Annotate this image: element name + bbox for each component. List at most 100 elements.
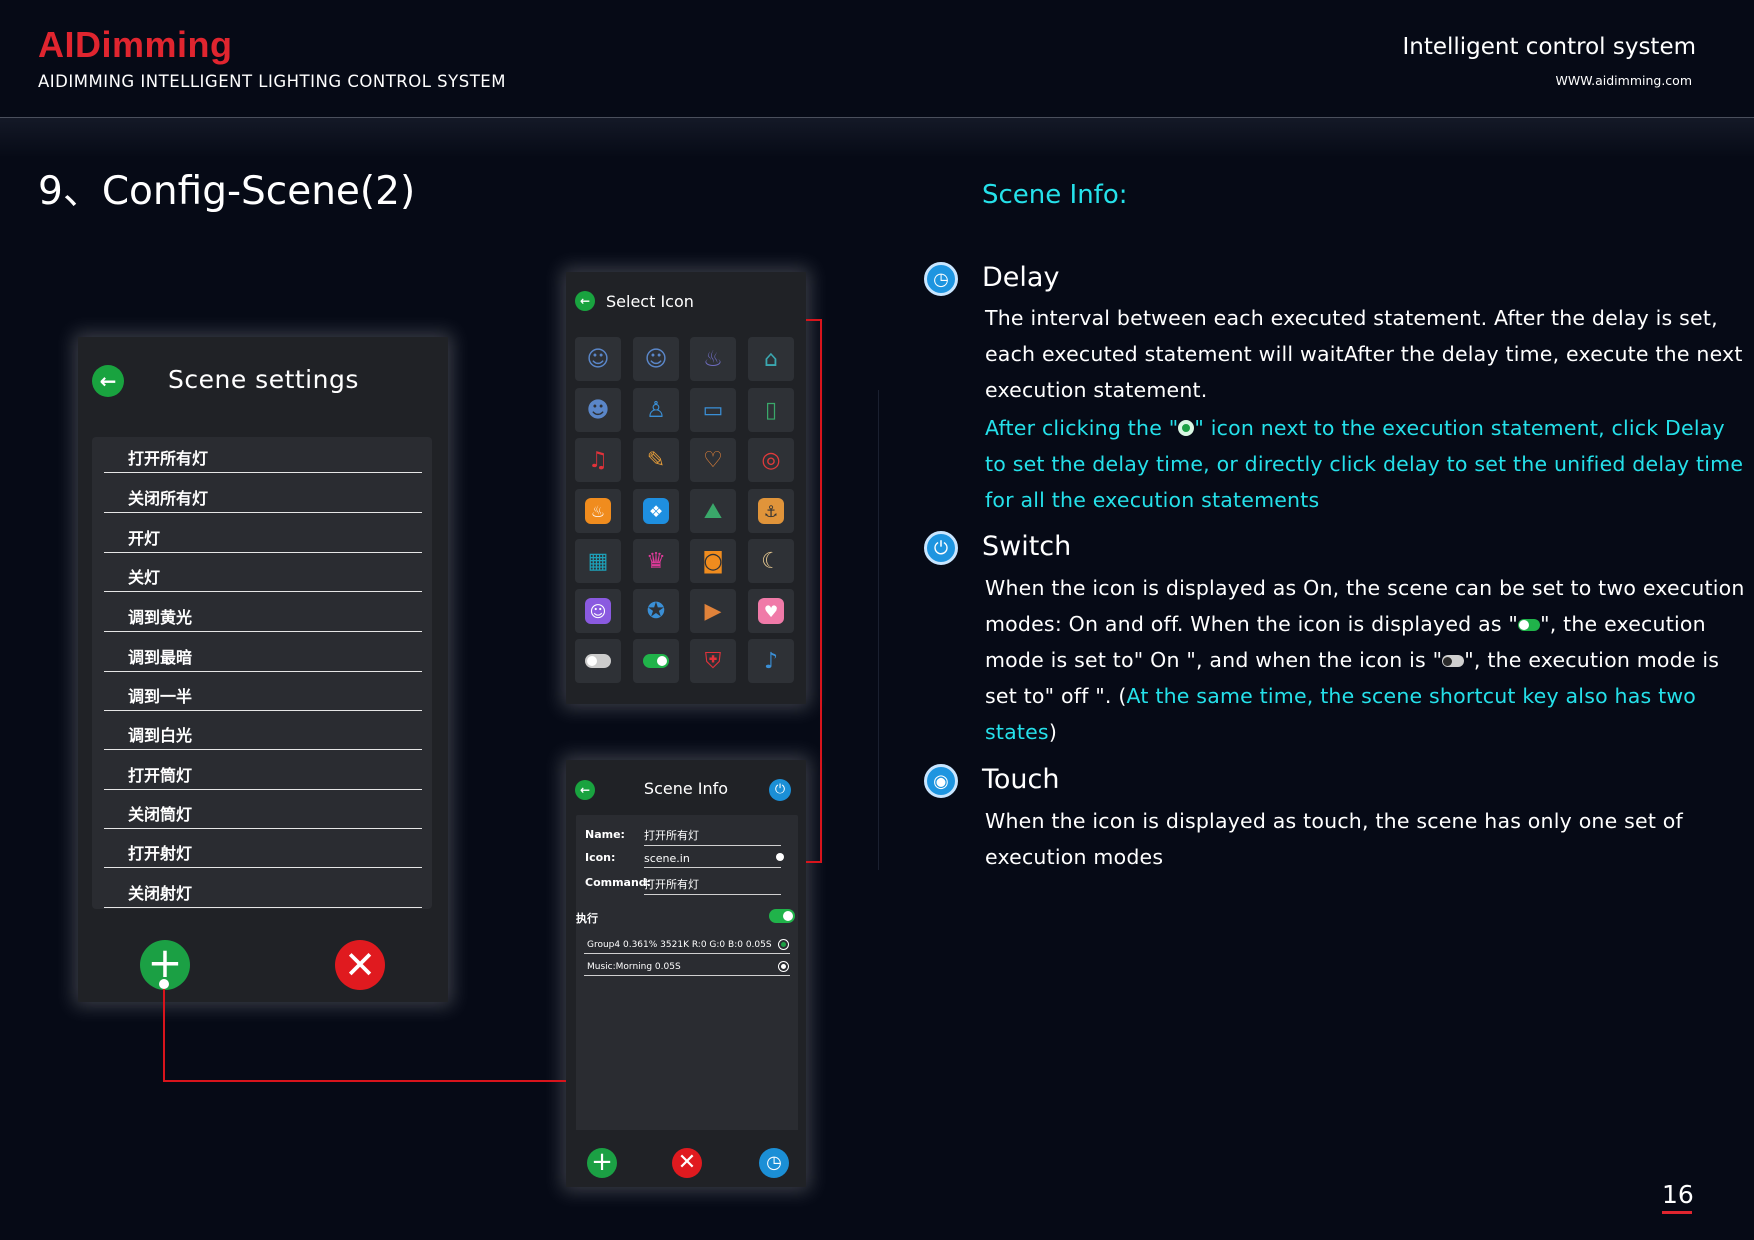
toggle-off-icon[interactable] — [575, 639, 621, 683]
name-field[interactable]: 打开所有灯 — [644, 827, 781, 846]
switch-description: When the icon is displayed as On, the sc… — [985, 570, 1745, 750]
scene-list-item[interactable]: 关闭所有灯 — [104, 477, 422, 513]
security-shield-icon[interactable]: ⛨ — [690, 639, 736, 683]
touch-description: When the icon is displayed as touch, the… — [985, 809, 1683, 869]
select-icon-panel: ← Select Icon ☺ ☺ ♨ ⌂ ☻ ♙ ▭ ▯ ♫ ✎ ♡ ◎ ♨ ❖ ⛰ ⚓ ▦ ♛ ◙ ☾ ☺ ✪ ▶ ♥ ⛨ ♪ — [566, 272, 806, 704]
film-reel-glyph: ✪ — [646, 598, 666, 624]
clock-icon[interactable]: ◷ — [759, 1148, 789, 1178]
presentation-glyph: ▶ — [704, 598, 722, 624]
music-icon[interactable]: ♫ — [575, 438, 621, 482]
clock-icon: ◷ — [924, 262, 958, 296]
bell-icon[interactable]: ♪ — [748, 639, 794, 683]
command-label: Command: — [585, 876, 652, 889]
scene-list-item[interactable]: 打开射灯 — [104, 832, 422, 868]
close-icon[interactable]: ✕ — [335, 940, 385, 990]
icon-label: Icon: — [585, 851, 616, 864]
toggle-on-icon[interactable] — [633, 639, 679, 683]
bell-glyph: ♪ — [763, 648, 779, 674]
plus-icon[interactable]: + — [587, 1148, 617, 1178]
family-glyph: ♙ — [646, 397, 666, 423]
birthday-cake-icon[interactable]: ♛ — [633, 539, 679, 583]
ship-icon[interactable]: ⚓ — [748, 489, 794, 533]
scene-list-item[interactable]: 调到白光 — [104, 714, 422, 750]
scene-list-item[interactable]: 调到最暗 — [104, 636, 422, 672]
tv-glyph: ▭ — [702, 397, 724, 423]
bed-sleep-icon[interactable]: ♨ — [690, 337, 736, 381]
scene-info-panel: ← Scene Info ⏻ Name: 打开所有灯 Icon: scene.i… — [566, 760, 806, 1187]
book-icon[interactable]: ▯ — [748, 388, 794, 432]
heart-hands-icon[interactable]: ♡ — [690, 438, 736, 482]
group-meeting-glyph: ☻ — [586, 397, 610, 423]
landscape-glyph: ⛰ — [703, 498, 723, 524]
moon-glyph: ☾ — [761, 548, 781, 574]
scene-list-item[interactable]: 调到黄光 — [104, 596, 422, 632]
person-arrive-glyph: ☺ — [586, 346, 610, 372]
gift-glyph: ◙ — [702, 548, 724, 574]
robot-icon[interactable]: ☺ — [575, 589, 621, 633]
touch-title: Touch — [982, 764, 1060, 795]
power-icon[interactable]: ⏻ — [769, 779, 791, 801]
command-field[interactable]: 打开所有灯 — [644, 876, 781, 895]
delay-title: Delay — [982, 262, 1060, 293]
microphone-glyph: ✎ — [646, 447, 666, 473]
execution-statement[interactable]: Music:Morning 0.05S — [584, 962, 790, 976]
group-meeting-icon[interactable]: ☻ — [575, 388, 621, 432]
header-url: WWW.aidimming.com — [1555, 73, 1692, 88]
heart-glyph: ♥ — [758, 598, 784, 624]
execute-label: 执行 — [576, 912, 598, 925]
execution-statement[interactable]: Group4 0.361% 3521K R:0 G:0 B:0 0.05S — [584, 940, 790, 954]
scene-list-item[interactable]: 关灯 — [104, 556, 422, 592]
gift-icon[interactable]: ◙ — [690, 539, 736, 583]
connector-line — [163, 1080, 566, 1082]
scene-info-heading: Scene Info: — [982, 180, 1128, 210]
header-right-title: Intelligent control system — [1402, 34, 1696, 60]
restaurant-glyph: ♨ — [585, 498, 611, 524]
microphone-icon[interactable]: ✎ — [633, 438, 679, 482]
back-arrow-icon[interactable]: ← — [92, 365, 124, 397]
connector-dot — [159, 979, 169, 989]
toggle-off-icon — [1442, 655, 1465, 667]
restaurant-icon[interactable]: ♨ — [575, 489, 621, 533]
statement-text: Music:Morning 0.05S — [587, 962, 681, 972]
switch-text-4: ) — [1048, 720, 1058, 744]
statement-text: Group4 0.361% 3521K R:0 G:0 B:0 0.05S — [587, 940, 772, 950]
grid-settings-icon[interactable]: ▦ — [575, 539, 621, 583]
bed-wake-icon[interactable]: ⌂ — [748, 337, 794, 381]
power-icon: ⏻ — [924, 531, 958, 565]
birthday-cake-glyph: ♛ — [646, 548, 666, 574]
family-icon[interactable]: ♙ — [633, 388, 679, 432]
scene-list-item[interactable]: 关闭筒灯 — [104, 793, 422, 829]
scene-list-item[interactable]: 调到一半 — [104, 675, 422, 711]
pets-icon[interactable]: ❖ — [633, 489, 679, 533]
dining-icon[interactable]: ◎ — [748, 438, 794, 482]
person-arrive-icon[interactable]: ☺ — [575, 337, 621, 381]
touch-icon: ◉ — [924, 764, 958, 798]
delay-dot-icon[interactable] — [779, 962, 788, 971]
close-icon[interactable]: ✕ — [672, 1148, 702, 1178]
connector-line — [163, 983, 165, 1082]
select-icon-title: Select Icon — [606, 292, 694, 311]
scene-list-item[interactable]: 打开筒灯 — [104, 754, 422, 790]
book-glyph: ▯ — [764, 397, 778, 423]
toggle-on-icon[interactable] — [769, 909, 795, 923]
delay-description: The interval between each executed state… — [985, 306, 1743, 402]
security-shield-glyph: ⛨ — [704, 648, 722, 674]
pets-glyph: ❖ — [643, 498, 669, 524]
heart-icon[interactable]: ♥ — [748, 589, 794, 633]
landscape-icon[interactable]: ⛰ — [690, 489, 736, 533]
back-arrow-icon[interactable]: ← — [575, 291, 595, 311]
scene-list-item[interactable]: 开灯 — [104, 517, 422, 553]
connector-line — [820, 319, 822, 863]
icon-field[interactable]: scene.in — [644, 852, 781, 868]
tv-icon[interactable]: ▭ — [690, 388, 736, 432]
icon-select-dot[interactable] — [776, 853, 784, 861]
person-leave-icon[interactable]: ☺ — [633, 337, 679, 381]
name-label: Name: — [585, 828, 625, 841]
scene-list-item[interactable]: 关闭射灯 — [104, 872, 422, 908]
scene-list-item[interactable]: 打开所有灯 — [104, 437, 422, 473]
film-reel-icon[interactable]: ✪ — [633, 589, 679, 633]
moon-icon[interactable]: ☾ — [748, 539, 794, 583]
delay-note: After clicking the " " icon next to the e… — [985, 410, 1745, 518]
delay-dot-icon[interactable] — [779, 940, 788, 949]
presentation-icon[interactable]: ▶ — [690, 589, 736, 633]
